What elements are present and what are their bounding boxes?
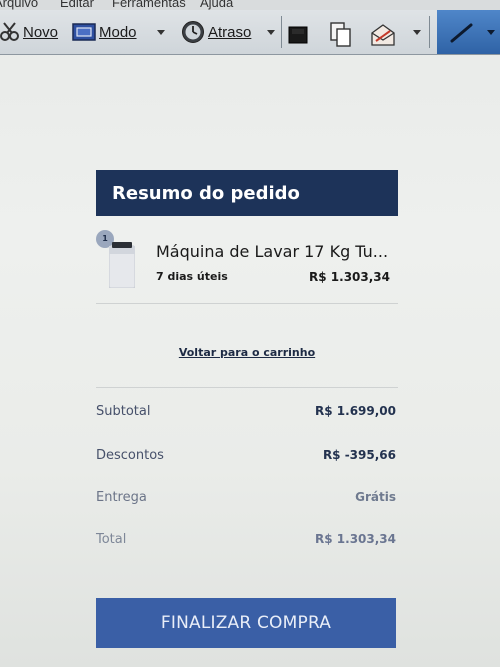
delivery-time: 7 dias úteis (156, 270, 228, 283)
divider (429, 16, 430, 48)
pen-icon (450, 23, 473, 43)
menu-edit[interactable]: Editar (60, 0, 94, 10)
pen-button[interactable] (437, 10, 500, 54)
menu-help[interactable]: Ajuda (200, 0, 233, 10)
product-price: R$ 1.303,34 (309, 270, 390, 284)
delay-button[interactable]: Atraso (181, 19, 251, 45)
menu-file[interactable]: Arquivo (0, 0, 38, 10)
delivery-value: Grátis (355, 490, 396, 504)
subtotal-value: R$ 1.699,00 (315, 404, 396, 418)
mode-icon (72, 23, 96, 41)
menu-bar: Arquivo Editar Ferramentas Ajuda (0, 0, 500, 10)
mode-button[interactable]: Modo (72, 19, 137, 45)
product-name[interactable]: Máquina de Lavar 17 Kg Tu... (156, 242, 388, 261)
discount-value: R$ -395,66 (322, 448, 396, 462)
menu-tools[interactable]: Ferramentas (112, 0, 186, 10)
washing-machine-thumbnail (109, 242, 135, 288)
chevron-down-icon[interactable] (413, 30, 421, 35)
new-snip-button[interactable]: Novo (0, 19, 58, 45)
total-value: R$ 1.303,34 (315, 532, 396, 546)
scissors-icon (0, 22, 19, 41)
total-label: Total (96, 532, 127, 547)
chevron-down-icon[interactable] (267, 30, 275, 35)
toolbar: Novo Modo Atraso (0, 10, 500, 55)
screen: Arquivo Editar Ferramentas Ajuda Novo Mo… (0, 0, 500, 667)
mode-label: Modo (99, 23, 137, 41)
back-to-cart-link[interactable]: Voltar para o carrinho (96, 346, 398, 359)
divider (96, 303, 398, 304)
subtotal-label: Subtotal (96, 404, 151, 419)
chevron-down-icon[interactable] (487, 30, 495, 35)
copy-icon[interactable] (330, 22, 352, 48)
save-icon[interactable] (288, 26, 308, 44)
divider (96, 387, 398, 388)
delivery-label: Entrega (96, 490, 147, 505)
chevron-down-icon[interactable] (157, 30, 165, 35)
send-icon[interactable] (370, 23, 396, 47)
checkout-button[interactable]: FINALIZAR COMPRA (96, 598, 396, 648)
order-summary: Resumo do pedido 1 Máquina de Lavar 17 K… (96, 170, 398, 547)
new-label: Novo (23, 23, 59, 41)
delay-label: Atraso (208, 23, 252, 41)
discount-label: Descontos (96, 448, 164, 463)
clock-icon (182, 21, 204, 43)
order-summary-title: Resumo do pedido (96, 170, 398, 216)
divider (281, 16, 282, 48)
